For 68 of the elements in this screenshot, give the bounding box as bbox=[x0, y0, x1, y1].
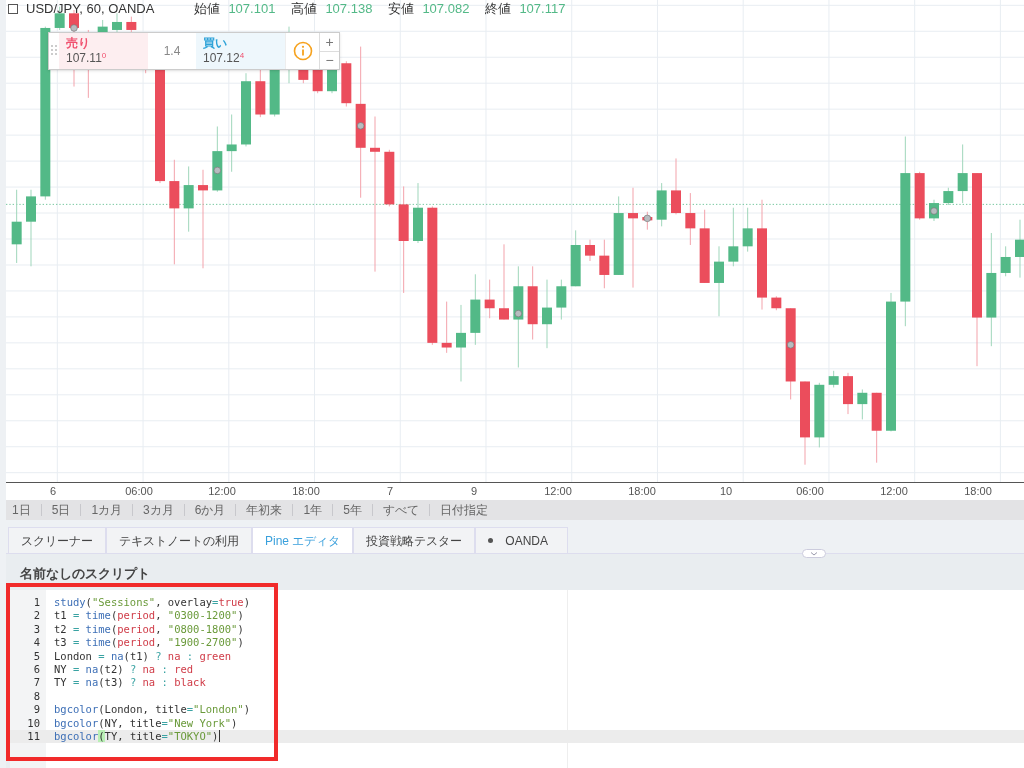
axis-label: 12:00 bbox=[544, 485, 572, 497]
line-number: 4 bbox=[32, 636, 40, 650]
code-line: bgcolor(NY, title="New York") bbox=[53, 716, 238, 730]
range-button[interactable]: 年初来 bbox=[246, 501, 283, 519]
line-number: 11 bbox=[26, 729, 40, 744]
axis-label: 9 bbox=[470, 485, 478, 497]
tab[interactable]: OANDA bbox=[475, 527, 569, 553]
tab[interactable]: 投資戦略テスター bbox=[353, 527, 476, 553]
code-line: bgcolor(TY, title="TOKYO") bbox=[53, 729, 219, 744]
range-button[interactable]: 1カ月 bbox=[91, 501, 123, 519]
axis-label: 7 bbox=[386, 485, 394, 497]
line-number: 8 bbox=[32, 689, 40, 704]
ohlc-value: 107.101 bbox=[228, 1, 276, 16]
line-number: 5 bbox=[32, 649, 40, 663]
axis-label: 12:00 bbox=[880, 485, 908, 497]
line-number: 9 bbox=[32, 703, 40, 717]
tab[interactable]: スクリーナー bbox=[8, 527, 106, 553]
range-button[interactable]: 3カ月 bbox=[143, 501, 174, 519]
tab[interactable]: テキストノートの利用 bbox=[106, 527, 252, 553]
range-button[interactable]: 1年 bbox=[303, 501, 323, 519]
axis-label: 18:00 bbox=[964, 485, 992, 497]
checkbox-icon[interactable] bbox=[8, 3, 18, 14]
collapse-handle-icon[interactable] bbox=[802, 549, 826, 558]
line-number: 1 bbox=[32, 596, 40, 610]
range-button[interactable]: 5日 bbox=[51, 501, 71, 519]
spread-value: 1.4 bbox=[162, 43, 182, 60]
range-button[interactable]: 1日 bbox=[12, 501, 31, 519]
text-cursor bbox=[219, 729, 221, 742]
ohlc-label: 高値 bbox=[291, 1, 318, 16]
line-number: 3 bbox=[32, 622, 40, 637]
tab[interactable]: Pine エディタ bbox=[252, 527, 354, 553]
line-number: 6 bbox=[32, 662, 40, 677]
ohlc-label: 終値 bbox=[485, 1, 512, 16]
range-button[interactable]: 5年 bbox=[343, 501, 362, 519]
code-line: NY = na(t2) ? na : red bbox=[53, 662, 194, 677]
line-number: 2 bbox=[32, 609, 40, 623]
code-line: London = na(t1) ? na : green bbox=[53, 649, 232, 663]
ohlc-value: 107.138 bbox=[325, 1, 373, 16]
code-line: bgcolor(London, title="London") bbox=[53, 703, 250, 717]
line-number: 10 bbox=[26, 716, 40, 730]
range-button[interactable]: 6か月 bbox=[194, 501, 226, 519]
ohlc-label: 安値 bbox=[388, 1, 415, 16]
code-line: study("Sessions", overlay=true) bbox=[53, 596, 250, 610]
ohlc-value: 107.082 bbox=[422, 1, 470, 16]
axis-label: 12:00 bbox=[208, 485, 236, 497]
code-editor[interactable] bbox=[10, 590, 1024, 768]
axis-label: 6 bbox=[49, 485, 57, 497]
zoom-out-button[interactable]: − bbox=[320, 50, 339, 69]
ohlc-label: 始値 bbox=[194, 1, 221, 16]
buy-button[interactable]: 買い 107.12$^{4}$ bbox=[196, 33, 285, 69]
axis-label: 06:00 bbox=[125, 485, 153, 497]
axis-label: 10 bbox=[719, 485, 733, 497]
symbol-title[interactable]: USD/JPY, 60, OANDA bbox=[26, 1, 155, 16]
script-title: 名前なしのスクリプト bbox=[20, 564, 150, 583]
axis-label: 18:00 bbox=[628, 485, 656, 497]
zoom-in-button[interactable]: + bbox=[320, 33, 339, 51]
code-line: t2 = time(period, "0800-1800") bbox=[53, 622, 244, 637]
axis-label: 18:00 bbox=[292, 485, 320, 497]
code-line: t3 = time(period, "1900-2700") bbox=[53, 636, 244, 650]
range-button[interactable]: 日付指定 bbox=[439, 501, 488, 519]
sell-button[interactable]: 売り 107.11$^{0}$ bbox=[59, 33, 148, 69]
ohlc-value: 107.117 bbox=[519, 1, 566, 16]
info-icon[interactable] bbox=[292, 41, 313, 61]
range-button[interactable]: すべて bbox=[382, 501, 419, 519]
line-number: 7 bbox=[32, 676, 40, 690]
code-line: TY = na(t3) ? na : black bbox=[53, 676, 206, 690]
axis-label: 06:00 bbox=[796, 485, 824, 497]
code-line: t1 = time(period, "0300-1200") bbox=[53, 609, 244, 623]
